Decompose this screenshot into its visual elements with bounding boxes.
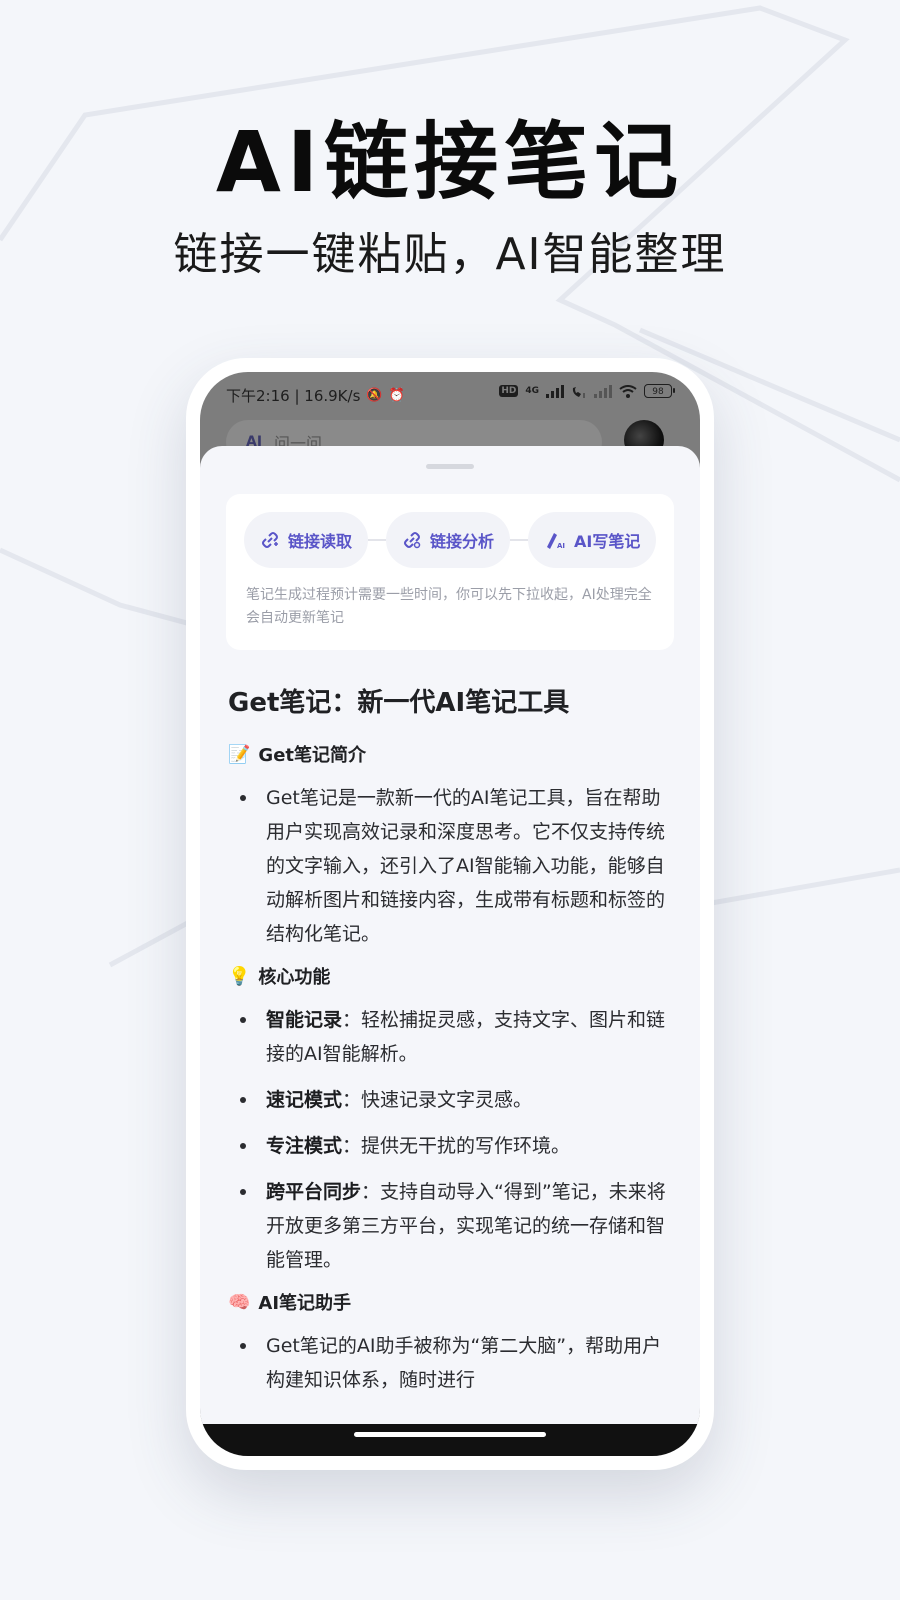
section-heading-text: AI笔记助手 — [258, 1293, 352, 1314]
step-label: 链接读取 — [288, 532, 353, 551]
note-content: Get笔记：新一代AI笔记工具 📝 Get笔记简介 Get笔记是一款新一代的AI… — [228, 682, 668, 1409]
section-heading-intro: 📝 Get笔记简介 — [228, 741, 668, 767]
step-label: 链接分析 — [430, 532, 495, 551]
phone-screen: 下午2:16 | 16.9K/s 🔕 ⏰ HD 4G 98 AI 问一问 链接读… — [200, 372, 700, 1456]
brain-icon: 🧠 — [228, 1291, 251, 1313]
step-link-analyze: 链接分析 — [386, 512, 511, 568]
hd-badge: HD — [499, 385, 519, 397]
status-bar: 下午2:16 | 16.9K/s 🔕 ⏰ HD 4G 98 — [200, 372, 700, 414]
note-bottom-sheet: 链接读取 链接分析 AI AI写笔记 笔记生成过程预计需要一些时间，你可以先下拉… — [200, 446, 700, 1456]
step-label: AI写笔记 — [574, 532, 641, 551]
signal-icon — [546, 384, 564, 398]
status-right: HD 4G 98 — [499, 384, 675, 398]
section-heading-text: Get笔记简介 — [258, 745, 367, 766]
intro-list: Get笔记是一款新一代的AI笔记工具，旨在帮助用户实现高效记录和深度思考。它不仅… — [228, 781, 668, 951]
battery-indicator: 98 — [644, 384, 675, 398]
phone-mockup: 下午2:16 | 16.9K/s 🔕 ⏰ HD 4G 98 AI 问一问 链接读… — [186, 358, 714, 1470]
bullet-text: ：快速记录文字灵感。 — [342, 1089, 533, 1111]
bullet-text: Get笔记的AI助手被称为“第二大脑”，帮助用户构建知识体系，随时进行 — [266, 1335, 662, 1391]
bullet-text: ：提供无干扰的写作环境。 — [342, 1135, 571, 1157]
list-item: 智能记录：轻松捕捉灵感，支持文字、图片和链接的AI智能解析。 — [228, 1003, 668, 1071]
features-list: 智能记录：轻松捕捉灵感，支持文字、图片和链接的AI智能解析。 速记模式：快速记录… — [228, 1003, 668, 1277]
link-read-icon — [262, 532, 278, 548]
generation-steps-card: 链接读取 链接分析 AI AI写笔记 笔记生成过程预计需要一些时间，你可以先下拉… — [226, 494, 674, 650]
muted-bell-icon: 🔕 — [366, 388, 383, 403]
promo-subtitle: 链接一键粘贴，AI智能整理 — [173, 229, 727, 280]
signal-weak-icon — [594, 384, 612, 398]
status-left: 下午2:16 | 16.9K/s 🔕 ⏰ — [226, 385, 405, 406]
promo-title: AI链接笔记 — [215, 113, 685, 211]
sheet-drag-handle[interactable] — [426, 464, 474, 469]
section-heading-features: 💡 核心功能 — [228, 963, 668, 989]
bullet-bold: 智能记录 — [266, 1009, 343, 1031]
generation-note: 笔记生成过程预计需要一些时间，你可以先下拉收起，AI处理完全会自动更新笔记 — [246, 587, 652, 626]
list-item: 专注模式：提供无干扰的写作环境。 — [228, 1129, 668, 1163]
bullet-bold: 速记模式 — [266, 1089, 343, 1111]
step-connector — [368, 539, 387, 541]
list-item: 速记模式：快速记录文字灵感。 — [228, 1083, 668, 1117]
list-item: Get笔记的AI助手被称为“第二大脑”，帮助用户构建知识体系，随时进行 — [228, 1329, 668, 1397]
list-item: Get笔记是一款新一代的AI笔记工具，旨在帮助用户实现高效记录和深度思考。它不仅… — [228, 781, 668, 951]
list-item: 跨平台同步：支持自动导入“得到”笔记，未来将开放更多第三方平台，实现笔记的统一存… — [228, 1175, 668, 1277]
link-analyze-icon — [404, 532, 421, 549]
lightbulb-icon: 💡 — [228, 965, 251, 987]
gesture-nav-bar — [200, 1424, 700, 1456]
section-heading-assistant: 🧠 AI笔记助手 — [228, 1289, 668, 1315]
memo-icon: 📝 — [228, 743, 251, 765]
steps-row: 链接读取 链接分析 AI AI写笔记 — [244, 512, 657, 568]
call-signal-icon — [572, 386, 585, 398]
ai-pen-icon: AI — [547, 533, 565, 550]
step-link-read: 链接读取 — [244, 512, 369, 568]
battery-level: 98 — [652, 387, 664, 397]
status-time-speed: 下午2:16 | 16.9K/s — [226, 387, 361, 405]
section-heading-text: 核心功能 — [258, 967, 331, 988]
wifi-icon — [619, 384, 637, 398]
bullet-text: Get笔记是一款新一代的AI笔记工具，旨在帮助用户实现高效记录和深度思考。它不仅… — [266, 787, 666, 945]
svg-text:AI: AI — [557, 542, 565, 550]
bullet-bold: 跨平台同步 — [266, 1181, 362, 1203]
network-label: 4G — [525, 386, 539, 396]
step-ai-write: AI AI写笔记 — [528, 512, 657, 568]
assistant-list: Get笔记的AI助手被称为“第二大脑”，帮助用户构建知识体系，随时进行 — [228, 1329, 668, 1397]
alarm-clock-icon: ⏰ — [388, 388, 405, 403]
note-title: Get笔记：新一代AI笔记工具 — [228, 688, 570, 718]
bullet-bold: 专注模式 — [266, 1135, 343, 1157]
step-connector — [510, 539, 529, 541]
home-indicator[interactable] — [354, 1432, 546, 1437]
